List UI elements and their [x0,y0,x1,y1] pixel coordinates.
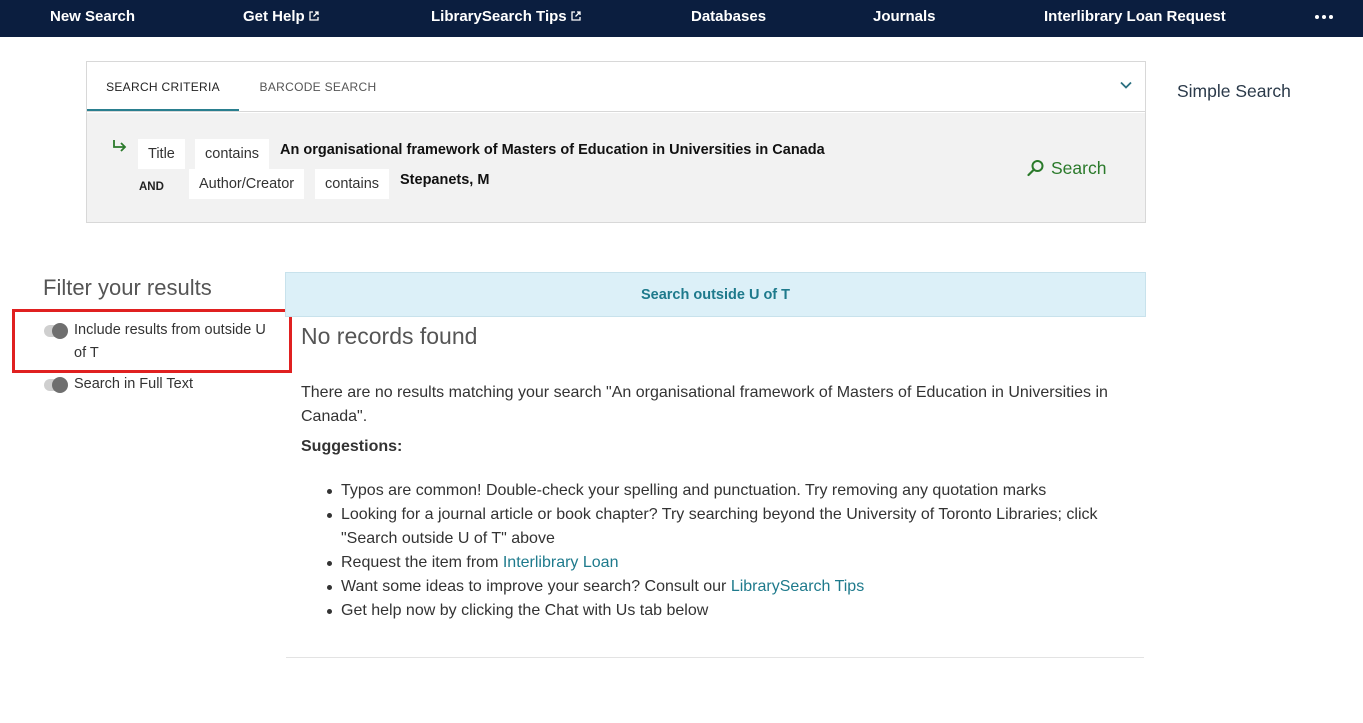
simple-search-label: Simple Search [1177,81,1291,101]
arrow-return-icon [113,140,127,152]
librarysearch-tips-link[interactable]: LibrarySearch Tips [731,578,864,595]
more-horizontal-icon[interactable] [1315,10,1333,24]
condition-select-contains-2[interactable]: contains [315,169,390,199]
chevron-down-icon[interactable] [1119,78,1133,92]
search-button-label: Search [1051,158,1107,178]
interlibrary-loan-link[interactable]: Interlibrary Loan [503,554,619,571]
suggestions-list: Typos are common! Double-check your spel… [327,479,1141,623]
field-select-author-label: Author/Creator [199,176,295,192]
field-select-author-creator[interactable]: Author/Creator [189,169,305,199]
and-operator[interactable]: AND [139,177,164,197]
advanced-search-panel: SEARCH CRITERIA BARCODE SEARCH Title con… [86,61,1146,223]
list-item: Looking for a journal article or book ch… [327,503,1141,551]
search-criteria-area: Title contains An organisational framewo… [87,113,1145,222]
no-records-heading: No records found [301,323,478,349]
nav-get-help-label: Get Help [243,8,305,25]
tab-search-criteria-label: SEARCH CRITERIA [106,80,220,94]
nav-librarysearch-tips-label: LibrarySearch Tips [431,8,567,25]
simple-search-link[interactable]: Simple Search [1177,81,1291,102]
search-outside-label: Search outside U of T [640,287,791,303]
search-icon [1027,160,1044,177]
title-search-term[interactable]: An organisational framework of Masters o… [280,142,825,158]
tab-barcode-search[interactable]: BARCODE SEARCH [247,62,389,111]
search-tabs: SEARCH CRITERIA BARCODE SEARCH [87,62,1145,112]
field-select-title-label: Title [148,146,175,162]
nav-journals-label: Journals [873,8,936,25]
nav-interlibrary-loan-label: Interlibrary Loan Request [1044,8,1226,25]
toggle-include-outside[interactable] [44,323,68,339]
suggestion-text: Get help now by clicking the Chat with U… [341,602,709,619]
condition-select-label-2: contains [325,176,380,192]
suggestion-text: Want some ideas to improve your search? … [341,578,731,595]
tab-search-criteria[interactable]: SEARCH CRITERIA [87,62,239,111]
list-item: Get help now by clicking the Chat with U… [327,599,1141,623]
nav-databases-label: Databases [691,8,767,25]
condition-select-label: contains [205,146,260,162]
filter-title: Filter your results [43,275,212,300]
list-item: Request the item from Interlibrary Loan [327,551,1141,575]
external-link-icon [570,11,581,21]
list-item: Typos are common! Double-check your spel… [327,479,1141,503]
nav-interlibrary-loan-request[interactable]: Interlibrary Loan Request [1044,0,1226,37]
nav-journals[interactable]: Journals [873,0,936,37]
list-item: Want some ideas to improve your search? … [327,575,1141,599]
no-results-message: There are no results matching your searc… [301,384,1108,425]
and-operator-label: AND [139,181,164,193]
dot [1315,15,1319,19]
toggle-full-text-label[interactable]: Search in Full Text [74,373,280,396]
toggle-include-outside-label[interactable]: Include results from outside U of T [74,319,280,365]
suggestion-text: Looking for a journal article or book ch… [341,506,1098,547]
results-divider [286,657,1144,658]
top-navigation-bar: New Search Get Help LibrarySearch Tips D… [0,0,1363,37]
search-outside-banner[interactable]: Search outside U of T [285,272,1146,317]
tab-barcode-search-label: BARCODE SEARCH [259,80,377,94]
field-select-title[interactable]: Title [138,139,185,169]
external-link-icon [309,11,319,21]
nav-new-search-label: New Search [50,8,136,25]
dot [1322,15,1326,19]
toggle-full-text[interactable] [44,377,68,393]
condition-select-contains[interactable]: contains [195,139,270,169]
nav-new-search[interactable]: New Search [50,0,135,37]
suggestions-title: Suggestions: [301,438,403,455]
author-search-term-text: Stepanets, M [400,172,490,188]
title-search-term-text: An organisational framework of Masters o… [280,142,825,158]
nav-databases[interactable]: Databases [691,0,766,37]
suggestion-text: Request the item from [341,554,503,571]
author-search-term[interactable]: Stepanets, M [400,172,489,188]
nav-librarysearch-tips[interactable]: LibrarySearch Tips [431,0,581,37]
nav-get-help[interactable]: Get Help [243,0,319,37]
dot [1329,15,1333,19]
suggestion-text: Typos are common! Double-check your spel… [341,482,1047,499]
